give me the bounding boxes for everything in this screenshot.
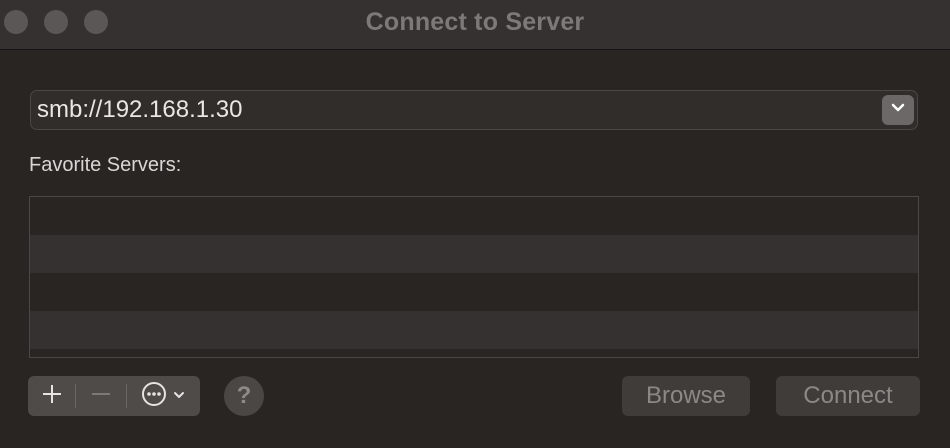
remove-favorite-button[interactable]	[76, 376, 125, 416]
chevron-down-icon	[173, 387, 185, 405]
title-bar: Connect to Server	[0, 0, 950, 50]
server-address-input[interactable]	[37, 94, 877, 126]
address-history-dropdown-button[interactable]	[882, 95, 914, 125]
favorites-edit-controls	[28, 376, 200, 416]
connect-to-server-window: Connect to Server Favorite Servers:	[0, 0, 950, 448]
help-button[interactable]: ?	[224, 376, 264, 416]
more-options-menu-button[interactable]	[127, 376, 200, 416]
plus-icon	[41, 383, 63, 410]
minus-icon	[90, 383, 112, 410]
chevron-down-icon	[890, 101, 906, 119]
window-title: Connect to Server	[365, 8, 585, 36]
list-item[interactable]	[30, 311, 918, 349]
ellipsis-circle-icon	[141, 381, 167, 412]
browse-button[interactable]: Browse	[622, 376, 750, 416]
connect-button[interactable]: Connect	[776, 376, 920, 416]
server-address-combobox	[30, 90, 918, 130]
list-item[interactable]	[30, 197, 918, 235]
add-favorite-button[interactable]	[28, 376, 75, 416]
favorite-servers-label: Favorite Servers:	[29, 154, 182, 176]
list-item[interactable]	[30, 235, 918, 273]
list-item[interactable]	[30, 273, 918, 311]
favorite-servers-list[interactable]	[29, 196, 919, 358]
